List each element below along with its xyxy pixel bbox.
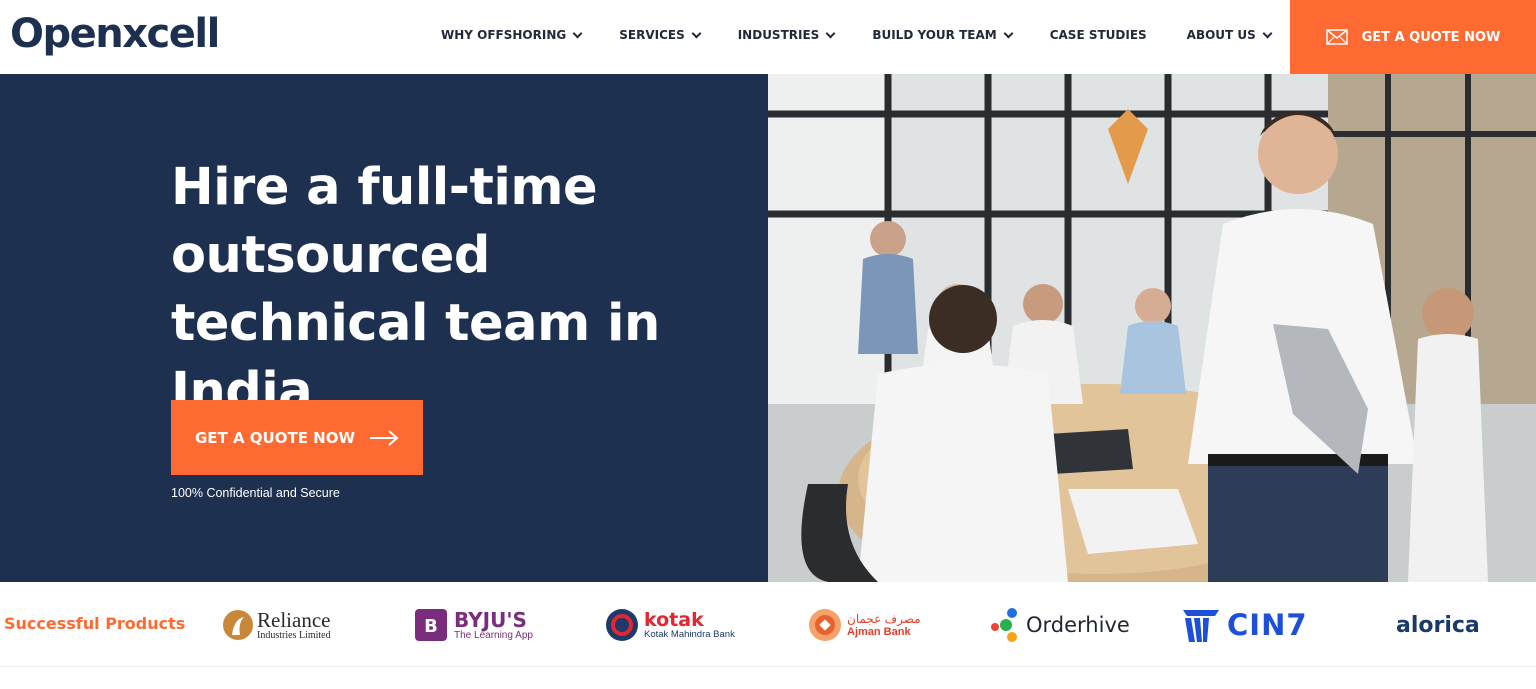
nav-build-your-team[interactable]: BUILD YOUR TEAM <box>872 28 1014 42</box>
site-header: Openxcell WHY OFFSHORING SERVICES INDUST… <box>0 0 1536 74</box>
nav-label: SERVICES <box>619 28 685 42</box>
kotak-sub: Kotak Mahindra Bank <box>644 628 735 640</box>
byjus-name: BYJU'S <box>454 607 527 632</box>
kotak-name: kotak <box>644 608 704 631</box>
cin7-emblem-icon <box>1183 610 1219 642</box>
hero-title: Hire a full-time outsourced technical te… <box>171 158 660 421</box>
successful-products-label: Successful Products <box>4 614 186 633</box>
svg-text:B: B <box>424 616 438 637</box>
client-logos-strip: Successful Products Reliance Industries … <box>0 582 1536 667</box>
alorica-logo: alorica <box>1396 600 1480 650</box>
confidential-note: 100% Confidential and Secure <box>171 486 340 500</box>
nav-label: BUILD YOUR TEAM <box>872 28 997 42</box>
cin7-logo: CIN7 <box>1181 600 1308 650</box>
ajman-bank-logo: مصرف عجمان Ajman Bank <box>807 600 921 650</box>
reliance-emblem-icon <box>223 610 253 640</box>
nav-label: WHY OFFSHORING <box>441 28 567 42</box>
orderhive-logo: Orderhive <box>990 600 1130 650</box>
orderhive-name: Orderhive <box>1026 613 1130 637</box>
nav-label: ABOUT US <box>1186 28 1256 42</box>
hero-office-photo <box>768 74 1536 582</box>
chevron-down-icon <box>572 28 583 38</box>
byjus-logo: B BYJU'S The Learning App <box>414 600 533 650</box>
kotak-logo: kotak Kotak Mahindra Bank <box>604 600 735 650</box>
alorica-name: alorica <box>1396 612 1480 638</box>
reliance-name: Reliance <box>257 607 331 632</box>
arrow-right-icon <box>370 429 399 446</box>
main-nav: WHY OFFSHORING SERVICES INDUSTRIES BUILD… <box>441 0 1327 70</box>
nav-label: INDUSTRIES <box>737 28 820 42</box>
reliance-sub: Industries Limited <box>257 629 331 641</box>
byjus-emblem-icon: B <box>415 609 447 641</box>
chevron-down-icon <box>1003 28 1014 38</box>
cin7-name: CIN7 <box>1227 608 1308 642</box>
envelope-icon <box>1325 29 1348 45</box>
hero-quote-button[interactable]: GET A QUOTE NOW <box>171 400 423 475</box>
header-quote-label: GET A QUOTE NOW <box>1361 29 1501 45</box>
openxcell-logo[interactable]: Openxcell <box>10 6 220 62</box>
ajman-name-arabic: مصرف عجمان <box>847 612 921 626</box>
orderhive-emblem-icon <box>991 608 1017 642</box>
chevron-down-icon <box>691 28 702 38</box>
chevron-down-icon <box>825 28 836 38</box>
header-quote-button[interactable]: GET A QUOTE NOW <box>1290 0 1536 74</box>
ajman-emblem-icon <box>809 609 841 641</box>
ajman-name-english: Ajman Bank <box>847 626 911 638</box>
nav-industries[interactable]: INDUSTRIES <box>737 28 836 42</box>
byjus-sub: The Learning App <box>454 629 533 641</box>
nav-why-offshoring[interactable]: WHY OFFSHORING <box>441 28 583 42</box>
nav-about-us[interactable]: ABOUT US <box>1186 28 1273 42</box>
reliance-logo: Reliance Industries Limited <box>222 600 331 650</box>
hero-quote-label: GET A QUOTE NOW <box>194 428 356 447</box>
nav-label: CASE STUDIES <box>1049 28 1147 42</box>
kotak-emblem-icon <box>606 609 638 641</box>
nav-services[interactable]: SERVICES <box>619 28 702 42</box>
chevron-down-icon <box>1262 28 1273 38</box>
nav-case-studies[interactable]: CASE STUDIES <box>1050 28 1147 42</box>
